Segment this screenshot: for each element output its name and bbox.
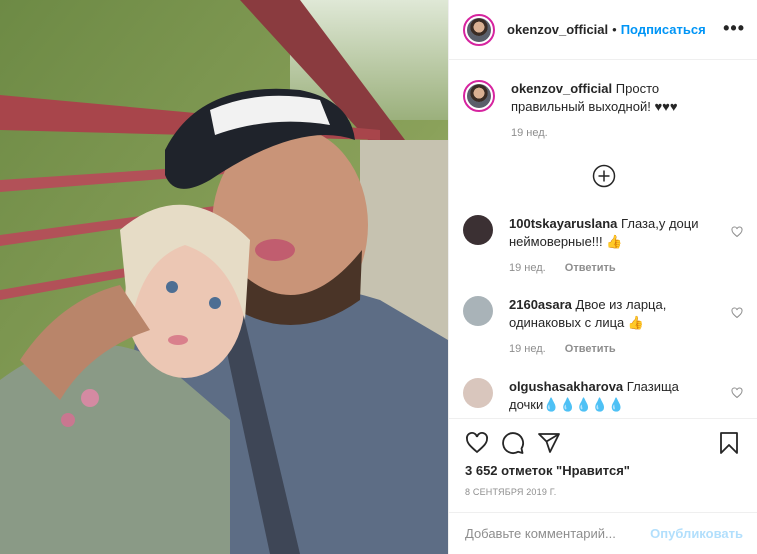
instagram-post: okenzov_official • Подписаться ••• okenz…	[0, 0, 757, 554]
publish-button[interactable]: Опубликовать	[650, 526, 743, 541]
comment-icon[interactable]	[501, 431, 525, 455]
comment-like-heart-icon[interactable]	[731, 226, 743, 238]
selfie-photo-illustration	[0, 0, 448, 554]
comment-username[interactable]: 2160asara	[509, 297, 572, 312]
commenter-avatar[interactable]	[463, 378, 493, 408]
comment-row: olgushasakharova Глазища дочки💧💧💧💧💧	[463, 378, 743, 414]
caption-text-block: okenzov_official Просто правильный выход…	[511, 80, 716, 116]
comment-like-heart-icon[interactable]	[731, 387, 743, 399]
comment-username[interactable]: 100tskayaruslana	[509, 216, 617, 231]
bookmark-icon[interactable]	[717, 431, 741, 455]
post-photo[interactable]	[0, 0, 448, 554]
comment-time: 19 нед.	[509, 343, 546, 355]
header-separator: •	[612, 22, 617, 37]
post-actions: 3 652 отметок "Нравится" 8 СЕНТЯБРЯ 2019…	[449, 418, 757, 497]
commenter-avatar[interactable]	[463, 296, 493, 326]
commenter-avatar[interactable]	[463, 215, 493, 245]
post-date[interactable]: 8 СЕНТЯБРЯ 2019 Г.	[465, 487, 556, 497]
reply-button[interactable]: Ответить	[565, 343, 616, 355]
comment-row: 2160asara Двое из ларца, одинаковых с ли…	[463, 296, 743, 358]
likes-count[interactable]: 3 652 отметок "Нравится"	[465, 463, 630, 478]
caption-username[interactable]: okenzov_official	[511, 81, 612, 96]
follow-button[interactable]: Подписаться	[621, 22, 706, 37]
reply-button[interactable]: Ответить	[565, 262, 616, 274]
side-panel: okenzov_official • Подписаться ••• okenz…	[448, 0, 757, 554]
author-avatar[interactable]	[463, 13, 495, 46]
post-header: okenzov_official • Подписаться •••	[449, 0, 757, 60]
comment-row: 100tskayaruslana Глаза,у доци неймоверны…	[463, 215, 743, 277]
comment-username[interactable]: olgushasakharova	[509, 379, 623, 394]
caption-avatar[interactable]	[463, 80, 495, 112]
comment-like-heart-icon[interactable]	[731, 307, 743, 319]
plus-circle-icon[interactable]	[592, 164, 616, 188]
ellipsis-icon[interactable]: •••	[723, 18, 745, 38]
author-username[interactable]: okenzov_official	[507, 22, 608, 37]
caption-row: okenzov_official Просто правильный выход…	[463, 80, 743, 142]
heart-icon[interactable]	[465, 431, 489, 455]
add-comment-bar: Опубликовать	[449, 512, 757, 554]
comments-feed[interactable]: okenzov_official Просто правильный выход…	[449, 60, 757, 417]
send-icon[interactable]	[537, 431, 561, 455]
caption-time: 19 нед.	[511, 127, 548, 139]
comment-time: 19 нед.	[509, 262, 546, 274]
comment-input[interactable]	[463, 525, 651, 542]
